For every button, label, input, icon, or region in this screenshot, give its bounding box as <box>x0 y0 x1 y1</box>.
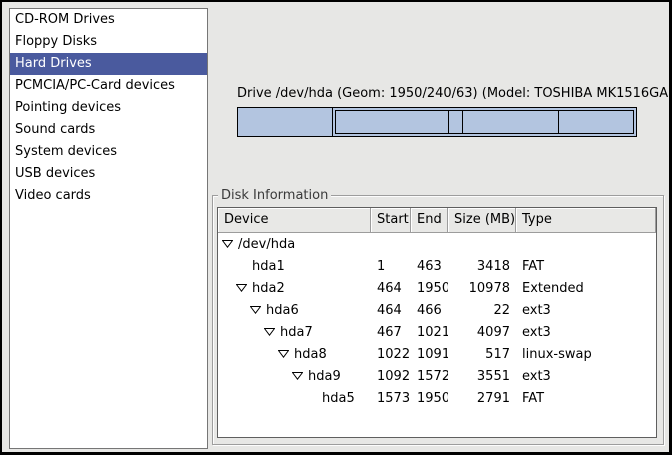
sidebar-item-sound-cards[interactable]: Sound cards <box>10 119 207 141</box>
disk-table-body: /dev/hdahda114633418FAThda2464195010978E… <box>218 233 656 409</box>
end-cell: 463 <box>411 259 448 274</box>
expander-spacer <box>236 261 252 271</box>
device-name: hda2 <box>252 281 285 296</box>
logical-partition-divider <box>448 111 449 133</box>
device-name: hda1 <box>252 259 285 274</box>
end-cell: 1950 <box>411 391 448 406</box>
expander-triangle-icon[interactable] <box>292 371 308 381</box>
end-cell: 1572 <box>411 369 448 384</box>
type-cell: linux-swap <box>516 347 656 362</box>
table-row[interactable]: hda7 46710214097ext3 <box>218 321 656 343</box>
table-row[interactable]: hda9 109215723551ext3 <box>218 365 656 387</box>
expander-spacer <box>306 393 322 403</box>
size-cell: 4097 <box>448 325 516 340</box>
device-cell: hda6 <box>218 303 371 318</box>
sidebar-item-video-cards[interactable]: Video cards <box>10 185 207 207</box>
size-cell: 10978 <box>448 281 516 296</box>
type-cell: ext3 <box>516 369 656 384</box>
end-cell: 1021 <box>411 325 448 340</box>
expander-triangle-icon[interactable] <box>264 327 280 337</box>
type-cell: ext3 <box>516 303 656 318</box>
type-cell: FAT <box>516 259 656 274</box>
device-name: /dev/hda <box>238 237 295 252</box>
type-cell: Extended <box>516 281 656 296</box>
device-cell: hda5 <box>218 391 371 406</box>
expander-triangle-icon[interactable] <box>250 305 266 315</box>
start-cell: 1573 <box>371 391 411 406</box>
end-cell: 1091 <box>411 347 448 362</box>
hardware-browser-window: CD-ROM DrivesFloppy DisksHard DrivesPCMC… <box>0 0 672 455</box>
logical-partition-divider <box>462 111 463 133</box>
device-cell: hda1 <box>218 259 371 274</box>
partition-bar <box>237 107 637 137</box>
size-cell: 517 <box>448 347 516 362</box>
table-row[interactable]: hda6 46446622ext3 <box>218 299 656 321</box>
device-cell: hda2 <box>218 281 371 296</box>
device-category-list[interactable]: CD-ROM DrivesFloppy DisksHard DrivesPCMC… <box>9 8 208 449</box>
type-cell: ext3 <box>516 325 656 340</box>
device-name: hda5 <box>322 391 355 406</box>
size-cell: 3418 <box>448 259 516 274</box>
table-row[interactable]: hda1 14633418FAT <box>218 255 656 277</box>
sidebar-item-hard-drives[interactable]: Hard Drives <box>10 53 207 75</box>
column-header-size-mb-[interactable]: Size (MB) <box>448 208 516 233</box>
type-cell: FAT <box>516 391 656 406</box>
column-header-device[interactable]: Device <box>218 208 371 233</box>
sidebar-item-system-devices[interactable]: System devices <box>10 141 207 163</box>
device-cell: hda8 <box>218 347 371 362</box>
disk-information-label: Disk Information <box>218 188 331 203</box>
end-cell: 1950 <box>411 281 448 296</box>
table-row[interactable]: hda2 464195010978Extended <box>218 277 656 299</box>
column-header-type[interactable]: Type <box>516 208 656 233</box>
table-row[interactable]: hda5 157319502791FAT <box>218 387 656 409</box>
expander-triangle-icon[interactable] <box>278 349 294 359</box>
sidebar-item-floppy-disks[interactable]: Floppy Disks <box>10 31 207 53</box>
size-cell: 22 <box>448 303 516 318</box>
device-name: hda7 <box>280 325 313 340</box>
sidebar-item-cd-rom-drives[interactable]: CD-ROM Drives <box>10 9 207 31</box>
end-cell: 466 <box>411 303 448 318</box>
disk-information-table: DeviceStartEndSize (MB)Type /dev/hda hda1… <box>217 207 657 438</box>
disk-table-header: DeviceStartEndSize (MB)Type <box>218 208 656 233</box>
sidebar-item-pointing-devices[interactable]: Pointing devices <box>10 97 207 119</box>
device-cell: hda7 <box>218 325 371 340</box>
expander-triangle-icon[interactable] <box>236 283 252 293</box>
column-header-start[interactable]: Start <box>371 208 411 233</box>
extended-partition-box <box>335 110 634 134</box>
sidebar-item-usb-devices[interactable]: USB devices <box>10 163 207 185</box>
logical-partition-divider <box>558 111 559 133</box>
expander-triangle-icon[interactable] <box>222 239 238 249</box>
device-name: hda8 <box>294 347 327 362</box>
start-cell: 464 <box>371 303 411 318</box>
sidebar-item-pcmcia-pc-card-devices[interactable]: PCMCIA/PC-Card devices <box>10 75 207 97</box>
table-row[interactable]: /dev/hda <box>218 233 656 255</box>
start-cell: 1022 <box>371 347 411 362</box>
drive-title: Drive /dev/hda (Geom: 1950/240/63) (Mode… <box>237 86 637 102</box>
device-cell: hda9 <box>218 369 371 384</box>
start-cell: 1 <box>371 259 411 274</box>
device-name: hda6 <box>266 303 299 318</box>
start-cell: 467 <box>371 325 411 340</box>
table-row[interactable]: hda8 10221091517linux-swap <box>218 343 656 365</box>
size-cell: 2791 <box>448 391 516 406</box>
start-cell: 1092 <box>371 369 411 384</box>
primary-partition-divider <box>332 108 333 136</box>
start-cell: 464 <box>371 281 411 296</box>
column-header-end[interactable]: End <box>411 208 448 233</box>
device-name: hda9 <box>308 369 341 384</box>
size-cell: 3551 <box>448 369 516 384</box>
device-cell: /dev/hda <box>218 237 371 252</box>
